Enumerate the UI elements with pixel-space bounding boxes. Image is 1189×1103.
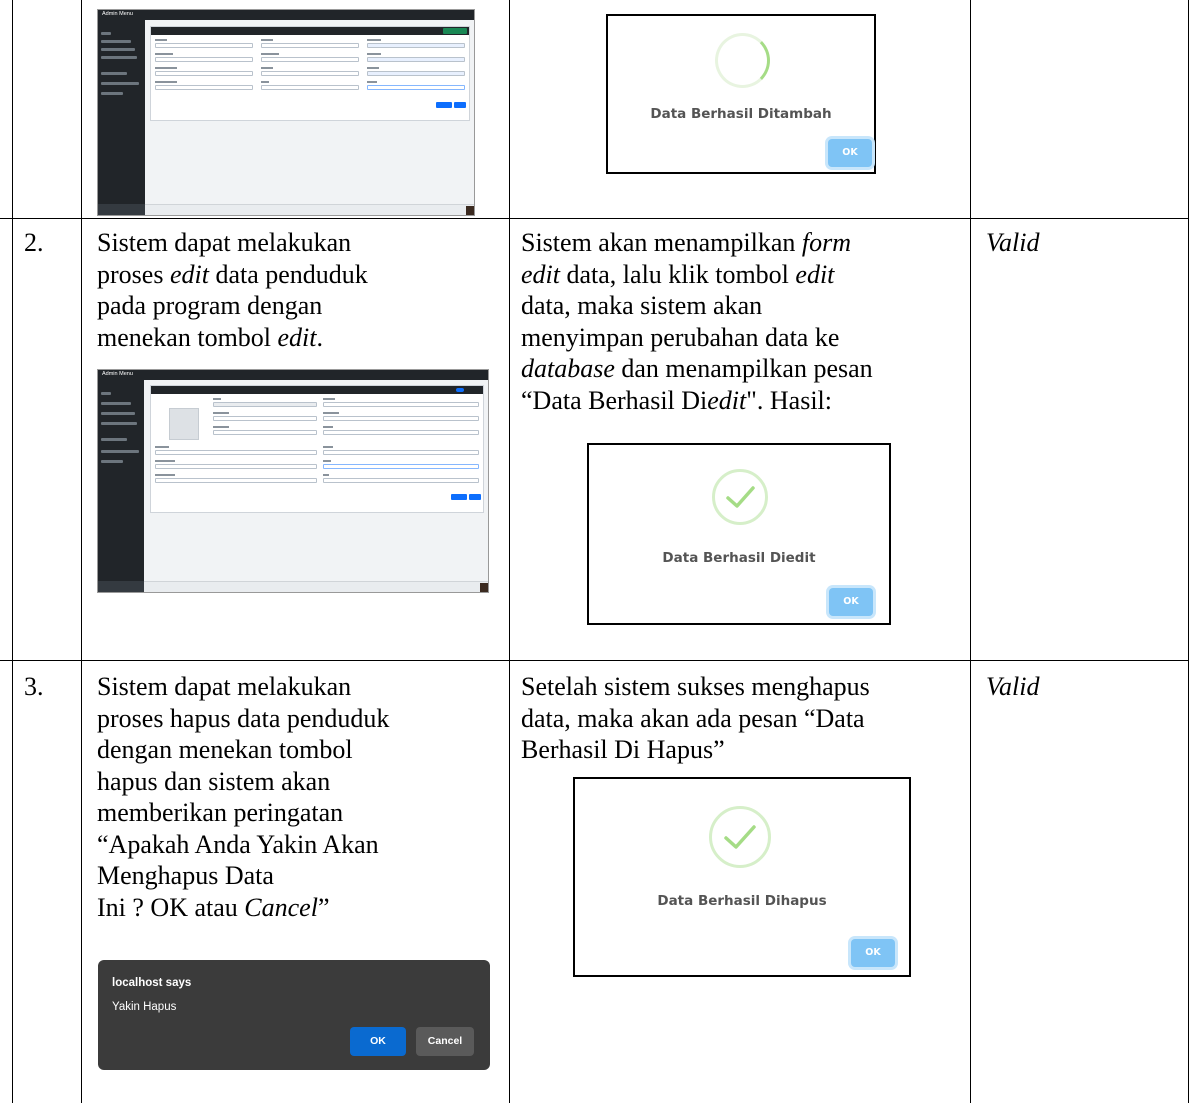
ok-button[interactable]: OK (851, 939, 895, 967)
success-modal-edited: Data Berhasil Diedit OK (587, 443, 891, 625)
expected-line: menyimpan perubahan data ke (521, 322, 840, 352)
expected-line: edit data, lalu klik tombol edit (521, 259, 835, 289)
scenario-line: Sistem dapat melakukan (97, 672, 352, 701)
dialog-message: Yakin Hapus (112, 1001, 177, 1013)
column-divider (81, 0, 82, 1103)
expected-text: Setelah sistem sukses menghapus data, ma… (521, 671, 966, 766)
checkmark-icon (709, 806, 771, 868)
row-number: 3. (24, 672, 44, 701)
column-divider (509, 0, 510, 1103)
scenario-line: pada program dengan (97, 291, 323, 320)
confirm-ok-button[interactable]: OK (350, 1027, 406, 1056)
admin-sidebar (98, 10, 145, 215)
success-message: Data Berhasil Ditambah (650, 106, 832, 122)
expected-line: Sistem akan menampilkan form (521, 228, 852, 257)
edit-form-card (150, 385, 484, 513)
admin-sidebar (98, 370, 144, 592)
row-number: 2. (24, 228, 44, 257)
ok-button[interactable]: OK (829, 588, 873, 616)
expected-line: data, maka akan ada pesan “Data (521, 703, 865, 733)
scenario-line: Ini ? OK atau Cancel” (97, 892, 330, 922)
expected-line: Berhasil Di Hapus” (521, 735, 725, 764)
scenario-line: memberikan peringatan (97, 798, 344, 827)
add-data-screenshot: Admin Menu (97, 9, 475, 216)
user-avatar-icon (169, 408, 199, 440)
scenario-text: Sistem dapat melakukan proses hapus data… (97, 671, 497, 923)
dialog-title: localhost says (112, 977, 192, 989)
scenario-text: Sistem dapat melakukan proses edit data … (97, 227, 497, 353)
admin-brand: Admin Menu (102, 371, 133, 377)
scenario-line: Menghapus Data (97, 861, 274, 890)
admin-brand: Admin Menu (102, 11, 133, 17)
expected-line: data, maka sistem akan (521, 291, 763, 320)
success-message: Data Berhasil Dihapus (657, 893, 827, 909)
expected-text: Sistem akan menampilkan form edit data, … (521, 227, 966, 416)
add-form-card (150, 26, 470, 121)
scenario-line: hapus dan sistem akan (97, 766, 331, 796)
confirm-cancel-button[interactable]: Cancel (416, 1027, 474, 1056)
browser-confirm-dialog: localhost says Yakin Hapus OK Cancel (98, 960, 490, 1070)
scenario-line: dengan menekan tombol (97, 735, 353, 764)
column-divider (970, 0, 971, 1103)
result-text: Valid (986, 228, 1040, 257)
row-divider (0, 218, 1189, 219)
scenario-line: proses edit data penduduk (97, 259, 368, 289)
expected-line: Setelah sistem sukses menghapus (521, 672, 870, 701)
scenario-line: Sistem dapat melakukan (97, 228, 352, 257)
checkmark-icon (712, 469, 768, 525)
expected-line: “Data Berhasil Diedit". Hasil: (521, 385, 832, 415)
edit-data-screenshot: Admin Menu (97, 369, 489, 593)
success-modal-added: Data Berhasil Ditambah OK (606, 14, 876, 174)
scenario-line: menekan tombol edit. (97, 322, 324, 352)
success-modal-deleted: Data Berhasil Dihapus OK (573, 777, 911, 977)
row-divider (0, 660, 1189, 661)
scenario-line: proses hapus data penduduk (97, 703, 390, 733)
success-message: Data Berhasil Diedit (662, 550, 816, 566)
ok-button[interactable]: OK (828, 139, 872, 167)
result-text: Valid (986, 672, 1040, 701)
table-border-left (12, 0, 13, 1103)
loading-spinner-icon (715, 33, 770, 88)
scenario-line: “Apakah Anda Yakin Akan (97, 829, 379, 859)
expected-line: database dan menampilkan pesan (521, 354, 873, 383)
